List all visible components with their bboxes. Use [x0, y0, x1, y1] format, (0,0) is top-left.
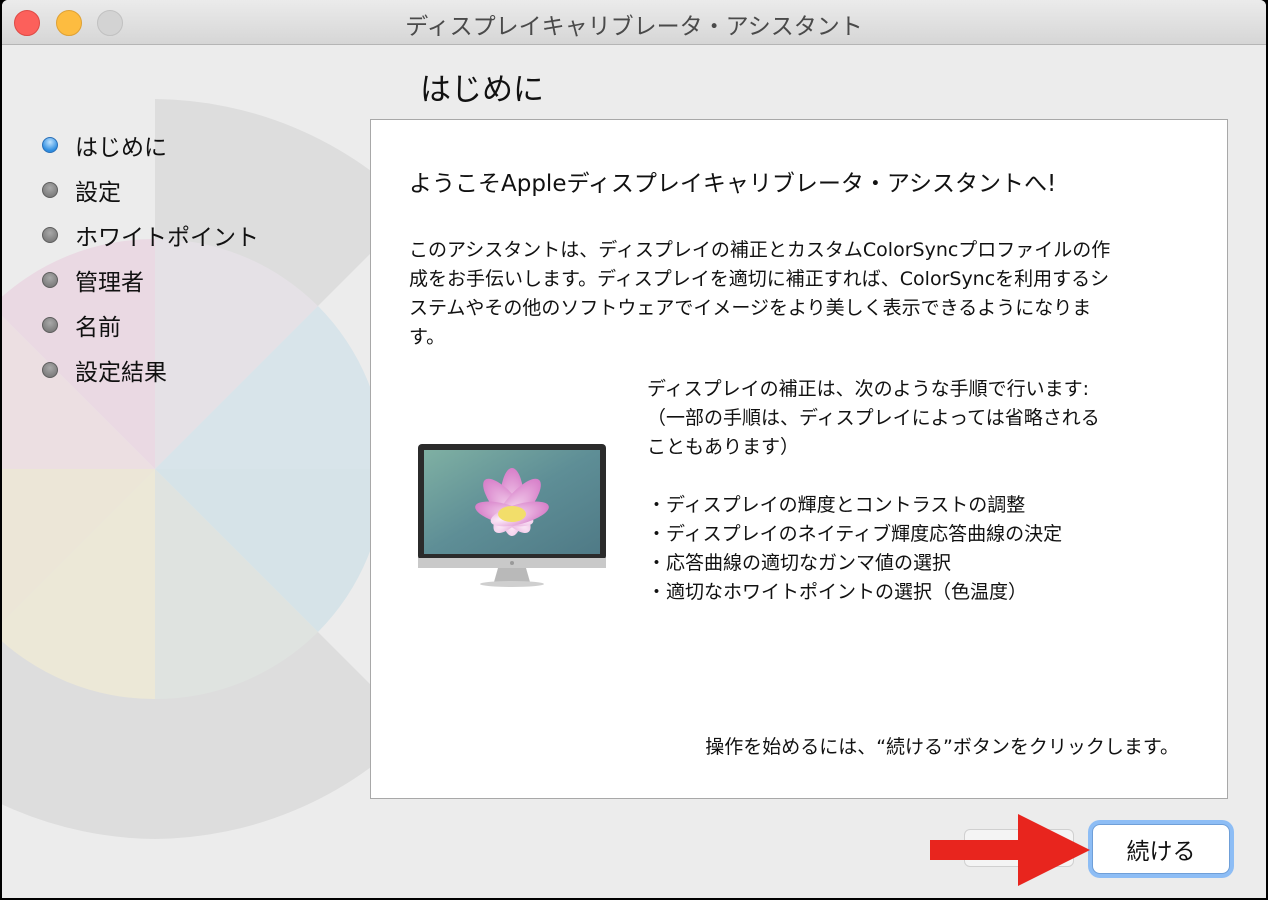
- step-indicator-icon: [42, 271, 58, 288]
- content-panel: ようこそAppleディスプレイキャリブレータ・アシスタントへ! このアシスタント…: [370, 119, 1228, 799]
- calibration-steps-description: ディスプレイの補正は、次のような手順で行います: （一部の手順は、ディスプレイに…: [647, 375, 1207, 607]
- intro-line: 成をお手伝いします。ディスプレイを適切に補正すれば、ColorSyncを利用する…: [409, 268, 1110, 290]
- page-title: はじめに: [420, 72, 544, 108]
- step-item-name: 名前: [42, 302, 259, 347]
- list-item: ・応答曲線の適切なガンマ値の選択: [647, 552, 952, 574]
- continue-instruction: 操作を始めるには、“続ける”ボタンをクリックします。: [705, 736, 1179, 758]
- step-item-results: 設定結果: [42, 347, 259, 392]
- step-indicator-icon: [42, 361, 58, 378]
- step-label: 名前: [75, 314, 121, 341]
- window-title: ディスプレイキャリブレータ・アシスタント: [405, 14, 863, 40]
- steps-intro-line: ディスプレイの補正は、次のような手順で行います:: [647, 378, 1090, 400]
- step-item-intro: はじめに: [42, 122, 259, 167]
- active-step-indicator-icon: [42, 136, 58, 153]
- step-label: 管理者: [75, 269, 144, 296]
- step-label: 設定: [75, 179, 121, 206]
- step-indicator-icon: [42, 316, 58, 333]
- list-item: ・ディスプレイの輝度とコントラストの調整: [647, 494, 1026, 516]
- intro-line: す。: [409, 326, 446, 348]
- red-arrow-annotation: [930, 814, 1090, 886]
- title-bar[interactable]: ディスプレイキャリブレータ・アシスタント: [2, 0, 1266, 45]
- intro-paragraph: このアシスタントは、ディスプレイの補正とカスタムColorSyncプロファイルの…: [409, 236, 1209, 352]
- step-item-settings: 設定: [42, 167, 259, 212]
- steps-intro-line: こともあります）: [647, 436, 800, 458]
- welcome-heading: ようこそAppleディスプレイキャリブレータ・アシスタントへ!: [409, 171, 1057, 197]
- step-indicator-icon: [42, 226, 58, 243]
- display-monitor-icon: [418, 444, 606, 587]
- step-label: 設定結果: [75, 359, 167, 386]
- intro-line: このアシスタントは、ディスプレイの補正とカスタムColorSyncプロファイルの…: [409, 239, 1111, 261]
- step-label: はじめに: [75, 134, 167, 161]
- step-indicator-icon: [42, 181, 58, 198]
- list-item: ・適切なホワイトポイントの選択（色温度）: [647, 581, 1028, 603]
- list-item: ・ディスプレイのネイティブ輝度応答曲線の決定: [647, 523, 1063, 545]
- step-label: ホワイトポイント: [75, 224, 259, 251]
- step-list: はじめに 設定 ホワイトポイント 管理者 名前 設定結果: [42, 122, 259, 392]
- step-item-white-point: ホワイトポイント: [42, 212, 259, 257]
- intro-line: ステムやその他のソフトウェアでイメージをより美しく表示できるようになりま: [409, 297, 1092, 319]
- calibrator-window: ディスプレイキャリブレータ・アシスタント はじめに はじめに 設定 ホワイトポイ…: [2, 0, 1266, 898]
- continue-button[interactable]: 続ける: [1092, 824, 1230, 874]
- step-item-admin: 管理者: [42, 257, 259, 302]
- calibration-steps-list: ・ディスプレイの輝度とコントラストの調整 ・ディスプレイのネイティブ輝度応答曲線…: [647, 491, 1207, 607]
- steps-intro-line: （一部の手順は、ディスプレイによっては省略される: [647, 407, 1100, 429]
